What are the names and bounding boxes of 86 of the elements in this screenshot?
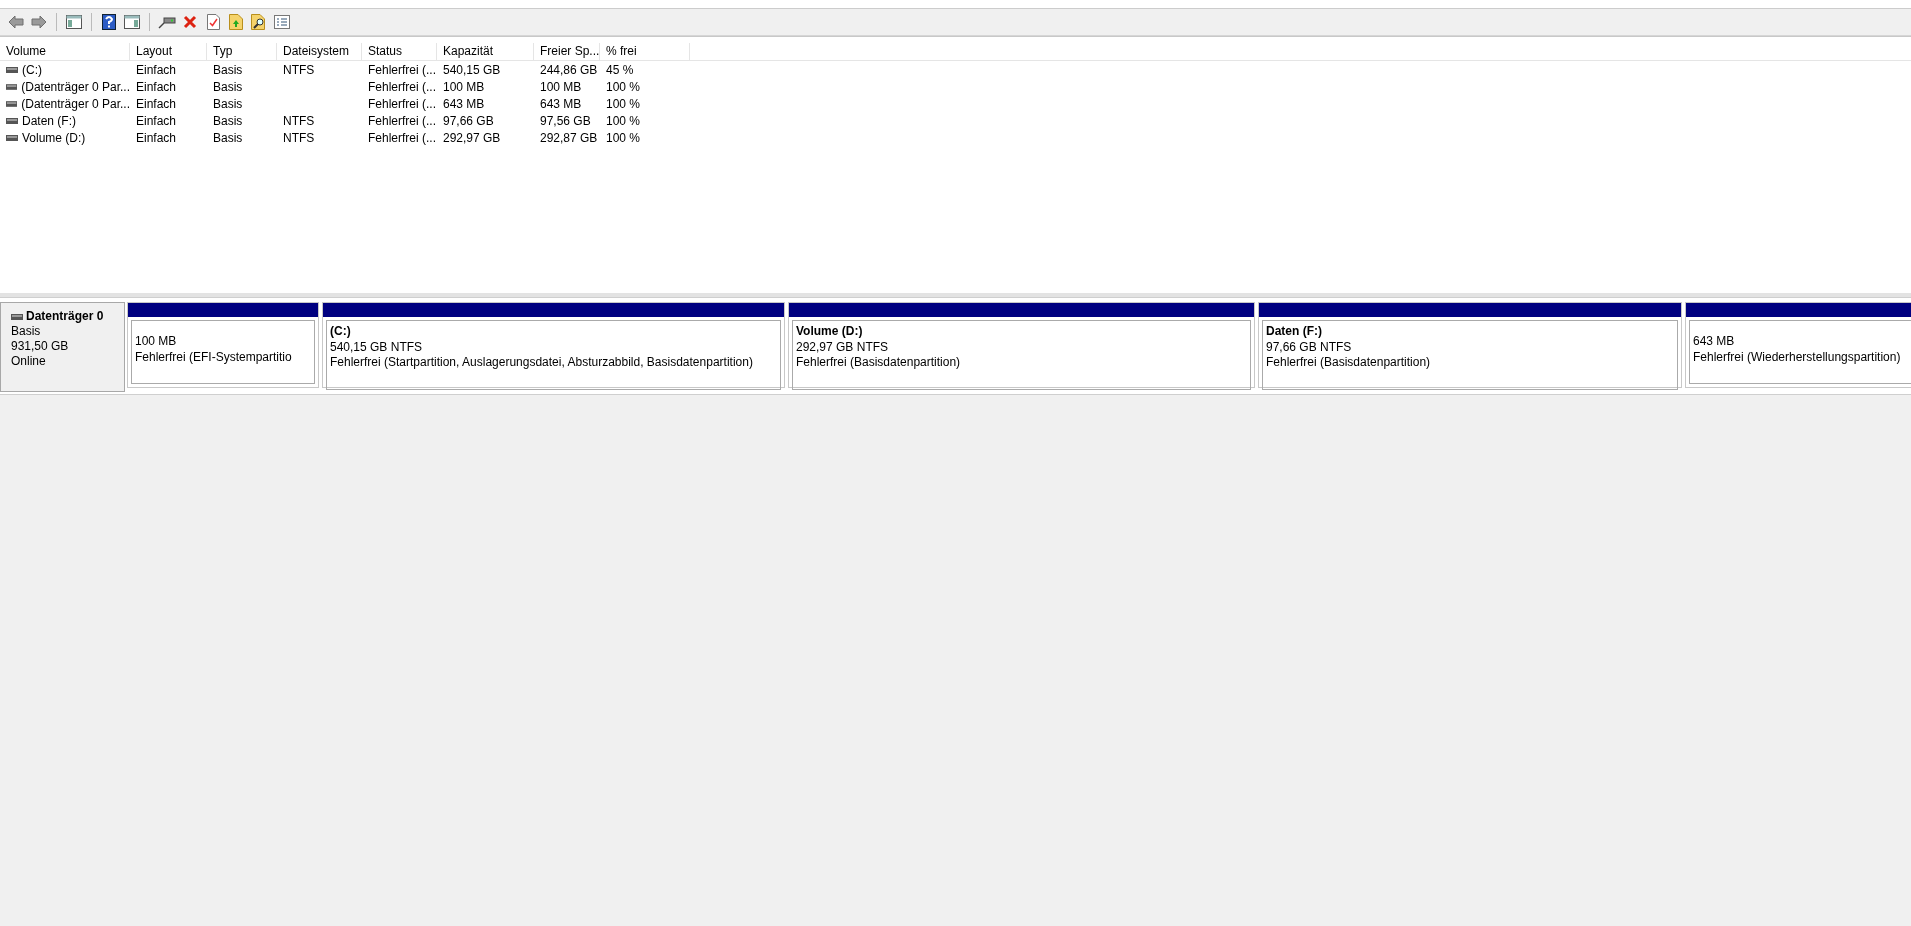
- table-cell: 97,66 GB: [443, 113, 494, 128]
- volume-name: (Datenträger 0 Par...: [21, 79, 130, 94]
- partition-status: Fehlerfrei (Startpartition, Auslagerungsdatei, Absturzabbild, Basisdatenpartition): [330, 355, 754, 371]
- table-cell: Fehlerfrei (...: [368, 113, 436, 128]
- column-header[interactable]: Volume: [0, 43, 130, 60]
- partition-block[interactable]: 643 MB Fehlerfrei (Wiederherstellungspartition): [1685, 302, 1911, 388]
- table-cell: 100 %: [606, 113, 641, 128]
- table-cell: NTFS: [283, 62, 315, 77]
- disk-state: Online: [11, 354, 47, 369]
- table-cell: 45 %: [606, 62, 634, 77]
- partition-block[interactable]: Daten (F:) 97,66 GB NTFS Fehlerfrei (Basisdatenpartition): [1258, 302, 1682, 388]
- drive-icon: [11, 313, 23, 320]
- partition-status: Fehlerfrei (Basisdatenpartition): [796, 355, 962, 371]
- volume-name: (C:): [22, 62, 42, 77]
- disk-name: Datenträger 0: [26, 309, 104, 324]
- folder-magnifier-icon[interactable]: [251, 14, 267, 30]
- drive-icon: [6, 117, 18, 124]
- partition-block[interactable]: (C:) 540,15 GB NTFS Fehlerfrei (Startpartition, Auslagerungsdatei, Absturzabbild, Basisdatenpartition): [322, 302, 785, 388]
- back-arrow-icon[interactable]: [8, 15, 24, 29]
- partition-size: 643 MB: [1693, 334, 1736, 350]
- drive-icon: [6, 83, 18, 90]
- delete-icon[interactable]: [183, 15, 197, 29]
- table-cell: Basis: [213, 96, 243, 111]
- disk-size: 931,50 GB: [11, 339, 70, 354]
- partition-title: Volume (D:): [796, 324, 864, 340]
- help-icon[interactable]: [102, 14, 116, 30]
- partition-size: 100 MB: [135, 334, 178, 350]
- forward-arrow-icon[interactable]: [31, 15, 47, 29]
- table-cell: 540,15 GB: [443, 62, 501, 77]
- table-cell: Einfach: [136, 62, 177, 77]
- partition-block[interactable]: Volume (D:) 292,97 GB NTFS Fehlerfrei (Basisdatenpartition): [788, 302, 1255, 388]
- partition-status: Fehlerfrei (Basisdatenpartition): [1266, 355, 1432, 371]
- column-header[interactable]: Status: [362, 43, 437, 60]
- table-cell: Fehlerfrei (...: [368, 62, 436, 77]
- panel-window-icon[interactable]: [124, 15, 140, 29]
- table-cell: 100 %: [606, 79, 641, 94]
- table-cell: Fehlerfrei (...: [368, 79, 436, 94]
- drive-icon: [6, 66, 18, 73]
- table-cell: Basis: [213, 79, 243, 94]
- drive-icon: [6, 100, 18, 107]
- partition-status: Fehlerfrei (EFI-Systempartitio: [135, 349, 293, 365]
- table-cell: 292,97 GB: [443, 130, 501, 145]
- table-cell: 100 MB: [540, 79, 582, 94]
- checklist-icon[interactable]: [274, 15, 290, 29]
- table-cell: Einfach: [136, 113, 177, 128]
- disk-type: Basis: [11, 324, 42, 339]
- column-header[interactable]: Dateisystem: [277, 43, 362, 60]
- folder-up-arrow-icon[interactable]: [229, 14, 243, 30]
- column-header[interactable]: Kapazität: [437, 43, 534, 60]
- volume-name: (Datenträger 0 Par...: [21, 96, 130, 111]
- column-header[interactable]: Freier Sp...: [534, 43, 600, 60]
- drive-connect-icon[interactable]: [158, 15, 176, 29]
- table-cell: 292,87 GB: [540, 130, 598, 145]
- table-cell: 100 %: [606, 130, 641, 145]
- table-cell: 97,56 GB: [540, 113, 591, 128]
- column-header[interactable]: % frei: [600, 43, 690, 60]
- table-cell: Basis: [213, 113, 243, 128]
- table-cell: Basis: [213, 130, 243, 145]
- partition-size: 97,66 GB NTFS: [1266, 339, 1353, 355]
- table-cell: 643 MB: [443, 96, 485, 111]
- table-cell: 244,86 GB: [540, 62, 598, 77]
- column-header[interactable]: Layout: [130, 43, 207, 60]
- partition-block[interactable]: 100 MB Fehlerfrei (EFI-Systempartitio: [127, 302, 319, 388]
- table-cell: Einfach: [136, 130, 177, 145]
- partition-status: Fehlerfrei (Wiederherstellungspartition): [1693, 349, 1902, 365]
- table-cell: 100 %: [606, 96, 641, 111]
- partition-title: Daten (F:): [1266, 324, 1323, 340]
- table-cell: 100 MB: [443, 79, 485, 94]
- table-cell: NTFS: [283, 130, 315, 145]
- panel-window-icon[interactable]: [66, 15, 82, 29]
- table-cell: Fehlerfrei (...: [368, 130, 436, 145]
- table-cell: 643 MB: [540, 96, 582, 111]
- table-cell: Einfach: [136, 96, 177, 111]
- partition-size: 292,97 GB NTFS: [796, 339, 890, 355]
- table-cell: Einfach: [136, 79, 177, 94]
- partition-size: 540,15 GB NTFS: [330, 339, 424, 355]
- volume-name: Volume (D:): [22, 130, 86, 145]
- partition-title: (C:): [330, 324, 352, 340]
- table-cell: Fehlerfrei (...: [368, 96, 436, 111]
- table-cell: NTFS: [283, 113, 315, 128]
- volume-name: Daten (F:): [22, 113, 76, 128]
- checked-document-icon[interactable]: [206, 14, 220, 30]
- disk-info-panel[interactable]: Datenträger 0 Basis 931,50 GB Online: [0, 302, 125, 392]
- column-header[interactable]: Typ: [207, 43, 277, 60]
- table-cell: Basis: [213, 62, 243, 77]
- drive-icon: [6, 134, 18, 141]
